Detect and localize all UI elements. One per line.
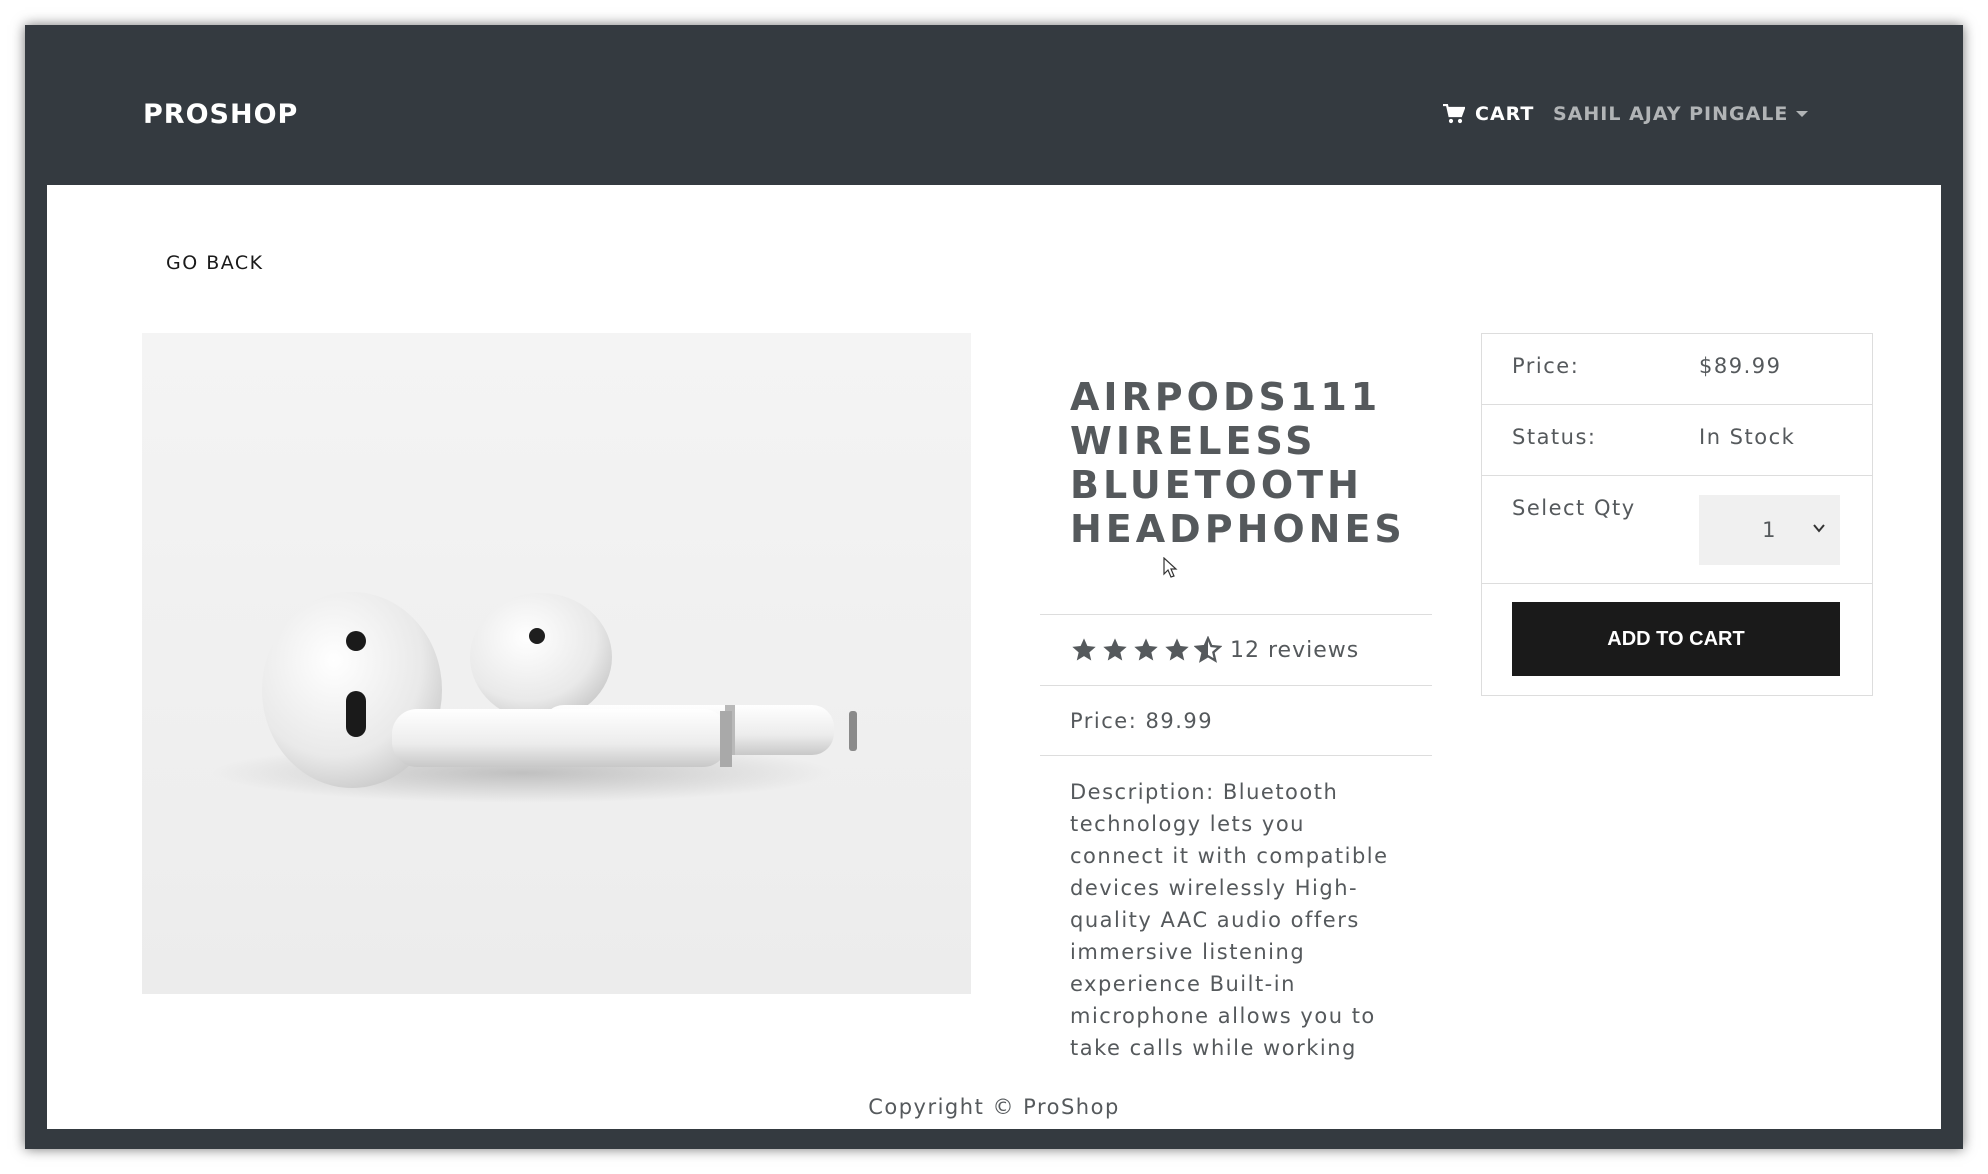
star-full-icon bbox=[1165, 638, 1189, 661]
qty-row: Select Qty 1 bbox=[1482, 476, 1872, 584]
status-value: In Stock bbox=[1699, 425, 1796, 449]
star-full-icon bbox=[1134, 638, 1158, 661]
chevron-down-icon bbox=[1813, 524, 1825, 533]
star-full-icon bbox=[1072, 638, 1096, 661]
star-full-icon bbox=[1103, 638, 1127, 661]
user-dropdown[interactable]: SAHIL AJAY PINGALE bbox=[1553, 103, 1809, 125]
main-content: GO BACK AIRPODS111 WIRELESS BLUETOOTH HE… bbox=[47, 185, 1941, 1129]
mouse-pointer-icon bbox=[1163, 557, 1178, 578]
brand-logo[interactable]: PROSHOP bbox=[143, 99, 298, 130]
status-label: Status: bbox=[1512, 425, 1597, 449]
price-value: $89.99 bbox=[1699, 354, 1782, 378]
product-title: AIRPODS111 WIRELESS BLUETOOTH HEADPHONES bbox=[1040, 333, 1432, 615]
browser-window: PROSHOP CART SAHIL AJAY PINGALE GO BACK bbox=[25, 25, 1963, 1149]
nav-cart-label: CART bbox=[1475, 103, 1535, 125]
reviews-count[interactable]: 12 reviews bbox=[1230, 638, 1359, 663]
product-image bbox=[142, 333, 971, 994]
rating-row: 12 reviews bbox=[1040, 615, 1432, 686]
nav-cart-link[interactable]: CART bbox=[1443, 103, 1534, 125]
user-name-label: SAHIL AJAY PINGALE bbox=[1553, 103, 1789, 125]
add-to-cart-button[interactable]: ADD TO CART bbox=[1512, 602, 1840, 676]
go-back-button[interactable]: GO BACK bbox=[142, 241, 302, 285]
rating-stars bbox=[1070, 636, 1222, 664]
qty-label: Select Qty bbox=[1512, 496, 1636, 520]
navbar: PROSHOP CART SAHIL AJAY PINGALE bbox=[25, 25, 1963, 183]
product-price: Price: 89.99 bbox=[1040, 686, 1432, 756]
price-row: Price: $89.99 bbox=[1482, 334, 1872, 405]
footer-copyright: Copyright © ProShop bbox=[868, 1095, 1120, 1119]
star-half-icon bbox=[1194, 636, 1222, 663]
qty-select[interactable]: 1 bbox=[1699, 495, 1840, 565]
shopping-cart-icon bbox=[1443, 104, 1465, 124]
airpods-photo-icon bbox=[212, 592, 857, 803]
purchase-card: Price: $89.99 Status: In Stock Select Qt… bbox=[1481, 333, 1873, 696]
product-description: Description: Bluetooth technology lets y… bbox=[1070, 780, 1389, 1060]
product-info: AIRPODS111 WIRELESS BLUETOOTH HEADPHONES… bbox=[1040, 333, 1432, 1084]
price-label: Price: bbox=[1512, 354, 1580, 378]
qty-value: 1 bbox=[1762, 518, 1777, 542]
caret-down-icon bbox=[1796, 111, 1809, 117]
status-row: Status: In Stock bbox=[1482, 405, 1872, 476]
